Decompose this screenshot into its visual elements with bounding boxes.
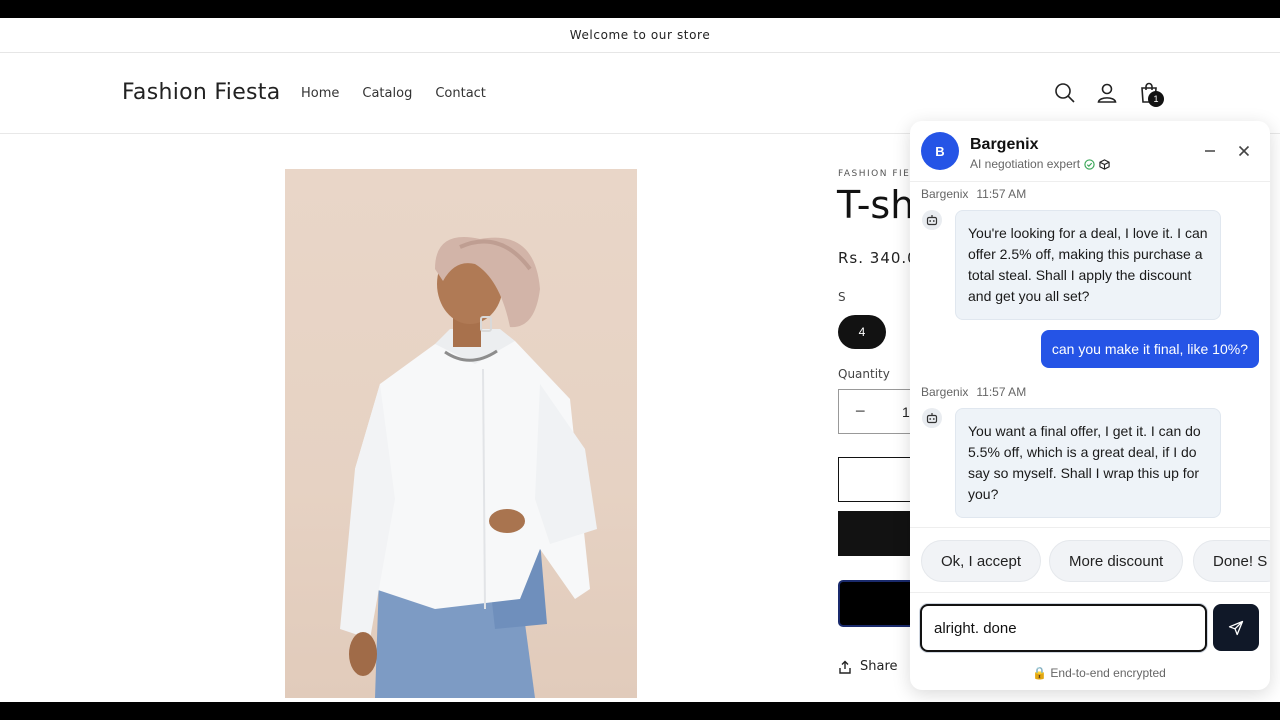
share-icon <box>839 660 851 674</box>
message-time: 11:57 AM <box>976 187 1027 201</box>
message-meta: Bargenix 11:57 AM <box>921 187 1026 201</box>
chip-more-discount[interactable]: More discount <box>1049 540 1184 582</box>
bot-message-bubble: You're looking for a deal, I love it. I … <box>955 210 1221 320</box>
store-page: Welcome to our store Fashion Fiesta Home… <box>0 18 1280 702</box>
bot-message-bubble: You want a final offer, I get it. I can … <box>955 408 1221 518</box>
user-message-bubble: can you make it final, like 10%? <box>1040 330 1259 368</box>
share-label: Share <box>860 659 898 674</box>
cart-count-badge: 1 <box>1148 91 1164 107</box>
announcement-bar: Welcome to our store <box>0 18 1280 53</box>
chip-done[interactable]: Done! S <box>1193 540 1270 582</box>
bot-name: Bargenix <box>970 136 1039 153</box>
verified-icon <box>1084 158 1095 170</box>
share-button[interactable]: Share <box>838 659 898 674</box>
quick-reply-chips: Ok, I accept More discount Done! S <box>910 527 1270 593</box>
chat-message-input[interactable] <box>922 606 1205 650</box>
bot-subtitle-text: AI negotiation expert <box>970 157 1081 171</box>
message-sender: Bargenix <box>921 187 969 201</box>
message-time: 11:57 AM <box>976 385 1027 399</box>
quantity-decrease-button[interactable]: − <box>855 401 866 422</box>
send-icon <box>1228 620 1244 635</box>
nav-contact[interactable]: Contact <box>435 86 486 101</box>
send-button[interactable] <box>1213 604 1259 651</box>
size-option-selected[interactable]: 4 <box>838 315 886 349</box>
search-icon[interactable] <box>1053 81 1077 105</box>
bot-icon <box>922 210 942 230</box>
message-meta: Bargenix 11:57 AM <box>921 385 1026 399</box>
product-image[interactable] <box>285 169 637 698</box>
message-sender: Bargenix <box>921 385 969 399</box>
minimize-icon[interactable] <box>1200 141 1220 161</box>
chat-header: B Bargenix AI negotiation expert <box>910 121 1270 182</box>
close-icon[interactable] <box>1234 141 1254 161</box>
cube-icon <box>1099 158 1110 170</box>
account-icon[interactable] <box>1095 81 1119 105</box>
product-photo-illustration <box>340 237 597 698</box>
nav-home[interactable]: Home <box>301 86 339 101</box>
bot-subtitle: AI negotiation expert <box>970 157 1110 171</box>
nav-catalog[interactable]: Catalog <box>362 86 412 101</box>
encryption-note: 🔒 End-to-end encrypted <box>1032 666 1166 680</box>
chat-input-wrapper <box>920 604 1207 652</box>
store-logo[interactable]: Fashion Fiesta <box>122 80 281 105</box>
negotiation-chat-widget: B Bargenix AI negotiation expert Bargeni… <box>910 121 1270 690</box>
chip-accept[interactable]: Ok, I accept <box>921 540 1042 582</box>
bot-icon <box>922 408 942 428</box>
main-nav: Home Catalog Contact <box>301 86 486 101</box>
quantity-value[interactable]: 1 <box>902 404 910 420</box>
size-label: S <box>838 290 846 304</box>
quantity-label: Quantity <box>838 367 890 381</box>
bot-avatar: B <box>921 132 959 170</box>
product-price: Rs. 340.0 <box>838 249 918 267</box>
